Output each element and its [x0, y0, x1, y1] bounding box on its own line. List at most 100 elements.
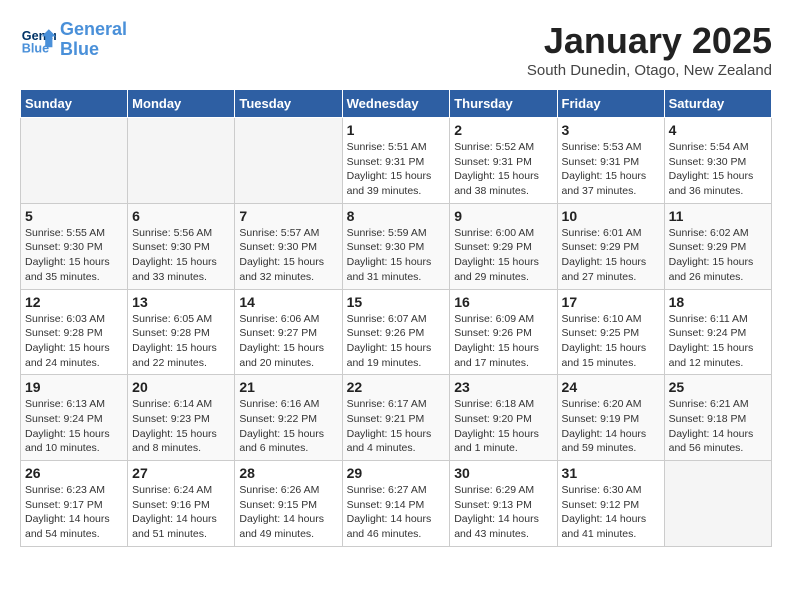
day-number: 27	[132, 465, 230, 481]
day-info: Sunrise: 5:53 AM Sunset: 9:31 PM Dayligh…	[562, 140, 660, 199]
day-info: Sunrise: 6:10 AM Sunset: 9:25 PM Dayligh…	[562, 312, 660, 371]
day-number: 6	[132, 208, 230, 224]
header-thursday: Thursday	[450, 90, 557, 118]
table-row: 30 Sunrise: 6:29 AM Sunset: 9:13 PM Dayli…	[450, 461, 557, 547]
table-row: 23 Sunrise: 6:18 AM Sunset: 9:20 PM Dayli…	[450, 375, 557, 461]
calendar-table: Sunday Monday Tuesday Wednesday Thursday…	[20, 89, 772, 547]
table-row: 3Sunrise: 5:53 AM Sunset: 9:31 PM Daylig…	[557, 118, 664, 204]
day-info: Sunrise: 5:51 AM Sunset: 9:31 PM Dayligh…	[347, 140, 446, 199]
table-row: 13 Sunrise: 6:05 AM Sunset: 9:28 PM Dayli…	[128, 289, 235, 375]
day-number: 29	[347, 465, 446, 481]
table-row: 19 Sunrise: 6:13 AM Sunset: 9:24 PM Dayli…	[21, 375, 128, 461]
table-row: 27 Sunrise: 6:24 AM Sunset: 9:16 PM Dayli…	[128, 461, 235, 547]
table-row: 18 Sunrise: 6:11 AM Sunset: 9:24 PM Dayli…	[664, 289, 771, 375]
svg-text:Blue: Blue	[22, 41, 49, 55]
table-row: 21 Sunrise: 6:16 AM Sunset: 9:22 PM Dayli…	[235, 375, 342, 461]
table-row: 8 Sunrise: 5:59 AM Sunset: 9:30 PM Daylig…	[342, 203, 450, 289]
day-info: Sunrise: 5:54 AM Sunset: 9:30 PM Dayligh…	[669, 140, 767, 199]
day-number: 10	[562, 208, 660, 224]
table-row: 28 Sunrise: 6:26 AM Sunset: 9:15 PM Dayli…	[235, 461, 342, 547]
day-number: 24	[562, 379, 660, 395]
day-number: 7	[239, 208, 337, 224]
table-row: 14Sunrise: 6:06 AM Sunset: 9:27 PM Dayli…	[235, 289, 342, 375]
weekday-header-row: Sunday Monday Tuesday Wednesday Thursday…	[21, 90, 772, 118]
day-info: Sunrise: 6:02 AM Sunset: 9:29 PM Dayligh…	[669, 226, 767, 285]
table-row	[21, 118, 128, 204]
day-number: 19	[25, 379, 123, 395]
day-info: Sunrise: 6:16 AM Sunset: 9:22 PM Dayligh…	[239, 397, 337, 456]
logo-blue: Blue	[60, 39, 99, 59]
header-monday: Monday	[128, 90, 235, 118]
title-block: January 2025 South Dunedin, Otago, New Z…	[527, 20, 772, 79]
table-row: 7Sunrise: 5:57 AM Sunset: 9:30 PM Daylig…	[235, 203, 342, 289]
day-info: Sunrise: 6:23 AM Sunset: 9:17 PM Dayligh…	[25, 483, 123, 542]
header-saturday: Saturday	[664, 90, 771, 118]
day-info: Sunrise: 6:11 AM Sunset: 9:24 PM Dayligh…	[669, 312, 767, 371]
day-info: Sunrise: 5:56 AM Sunset: 9:30 PM Dayligh…	[132, 226, 230, 285]
table-row: 1 Sunrise: 5:51 AM Sunset: 9:31 PM Daylig…	[342, 118, 450, 204]
table-row: 5Sunrise: 5:55 AM Sunset: 9:30 PM Daylig…	[21, 203, 128, 289]
day-number: 2	[454, 122, 552, 138]
day-number: 16	[454, 294, 552, 310]
table-row: 31Sunrise: 6:30 AM Sunset: 9:12 PM Dayli…	[557, 461, 664, 547]
table-row: 20Sunrise: 6:14 AM Sunset: 9:23 PM Dayli…	[128, 375, 235, 461]
day-number: 23	[454, 379, 552, 395]
table-row: 11Sunrise: 6:02 AM Sunset: 9:29 PM Dayli…	[664, 203, 771, 289]
day-number: 13	[132, 294, 230, 310]
day-number: 30	[454, 465, 552, 481]
day-number: 9	[454, 208, 552, 224]
calendar-week-row: 1 Sunrise: 5:51 AM Sunset: 9:31 PM Daylig…	[21, 118, 772, 204]
calendar-week-row: 5Sunrise: 5:55 AM Sunset: 9:30 PM Daylig…	[21, 203, 772, 289]
table-row: 17 Sunrise: 6:10 AM Sunset: 9:25 PM Dayli…	[557, 289, 664, 375]
day-number: 8	[347, 208, 446, 224]
table-row: 26 Sunrise: 6:23 AM Sunset: 9:17 PM Dayli…	[21, 461, 128, 547]
day-info: Sunrise: 6:06 AM Sunset: 9:27 PM Dayligh…	[239, 312, 337, 371]
header-tuesday: Tuesday	[235, 90, 342, 118]
day-info: Sunrise: 6:20 AM Sunset: 9:19 PM Dayligh…	[562, 397, 660, 456]
day-info: Sunrise: 6:29 AM Sunset: 9:13 PM Dayligh…	[454, 483, 552, 542]
day-number: 18	[669, 294, 767, 310]
header-wednesday: Wednesday	[342, 90, 450, 118]
day-info: Sunrise: 6:01 AM Sunset: 9:29 PM Dayligh…	[562, 226, 660, 285]
calendar-subtitle: South Dunedin, Otago, New Zealand	[527, 62, 772, 79]
day-info: Sunrise: 6:14 AM Sunset: 9:23 PM Dayligh…	[132, 397, 230, 456]
table-row: 4 Sunrise: 5:54 AM Sunset: 9:30 PM Daylig…	[664, 118, 771, 204]
logo-general: General	[60, 19, 127, 39]
day-info: Sunrise: 5:59 AM Sunset: 9:30 PM Dayligh…	[347, 226, 446, 285]
day-info: Sunrise: 6:17 AM Sunset: 9:21 PM Dayligh…	[347, 397, 446, 456]
day-number: 28	[239, 465, 337, 481]
day-number: 22	[347, 379, 446, 395]
logo: General Blue General Blue	[20, 20, 127, 60]
day-info: Sunrise: 6:21 AM Sunset: 9:18 PM Dayligh…	[669, 397, 767, 456]
table-row: 22 Sunrise: 6:17 AM Sunset: 9:21 PM Dayli…	[342, 375, 450, 461]
calendar-week-row: 19 Sunrise: 6:13 AM Sunset: 9:24 PM Dayli…	[21, 375, 772, 461]
day-info: Sunrise: 6:30 AM Sunset: 9:12 PM Dayligh…	[562, 483, 660, 542]
day-info: Sunrise: 6:09 AM Sunset: 9:26 PM Dayligh…	[454, 312, 552, 371]
day-number: 26	[25, 465, 123, 481]
header-sunday: Sunday	[21, 90, 128, 118]
day-number: 1	[347, 122, 446, 138]
day-number: 25	[669, 379, 767, 395]
table-row: 16 Sunrise: 6:09 AM Sunset: 9:26 PM Dayli…	[450, 289, 557, 375]
day-info: Sunrise: 6:24 AM Sunset: 9:16 PM Dayligh…	[132, 483, 230, 542]
table-row	[128, 118, 235, 204]
day-number: 12	[25, 294, 123, 310]
table-row: 9 Sunrise: 6:00 AM Sunset: 9:29 PM Daylig…	[450, 203, 557, 289]
calendar-title: January 2025	[527, 20, 772, 62]
day-info: Sunrise: 6:26 AM Sunset: 9:15 PM Dayligh…	[239, 483, 337, 542]
day-info: Sunrise: 5:52 AM Sunset: 9:31 PM Dayligh…	[454, 140, 552, 199]
logo-text: General Blue	[60, 20, 127, 60]
day-number: 4	[669, 122, 767, 138]
day-info: Sunrise: 6:05 AM Sunset: 9:28 PM Dayligh…	[132, 312, 230, 371]
table-row: 24 Sunrise: 6:20 AM Sunset: 9:19 PM Dayli…	[557, 375, 664, 461]
logo-icon: General Blue	[20, 22, 56, 58]
day-info: Sunrise: 6:13 AM Sunset: 9:24 PM Dayligh…	[25, 397, 123, 456]
day-number: 5	[25, 208, 123, 224]
day-number: 17	[562, 294, 660, 310]
day-info: Sunrise: 6:00 AM Sunset: 9:29 PM Dayligh…	[454, 226, 552, 285]
day-number: 21	[239, 379, 337, 395]
day-info: Sunrise: 6:18 AM Sunset: 9:20 PM Dayligh…	[454, 397, 552, 456]
day-info: Sunrise: 6:03 AM Sunset: 9:28 PM Dayligh…	[25, 312, 123, 371]
day-info: Sunrise: 6:07 AM Sunset: 9:26 PM Dayligh…	[347, 312, 446, 371]
table-row: 10 Sunrise: 6:01 AM Sunset: 9:29 PM Dayli…	[557, 203, 664, 289]
